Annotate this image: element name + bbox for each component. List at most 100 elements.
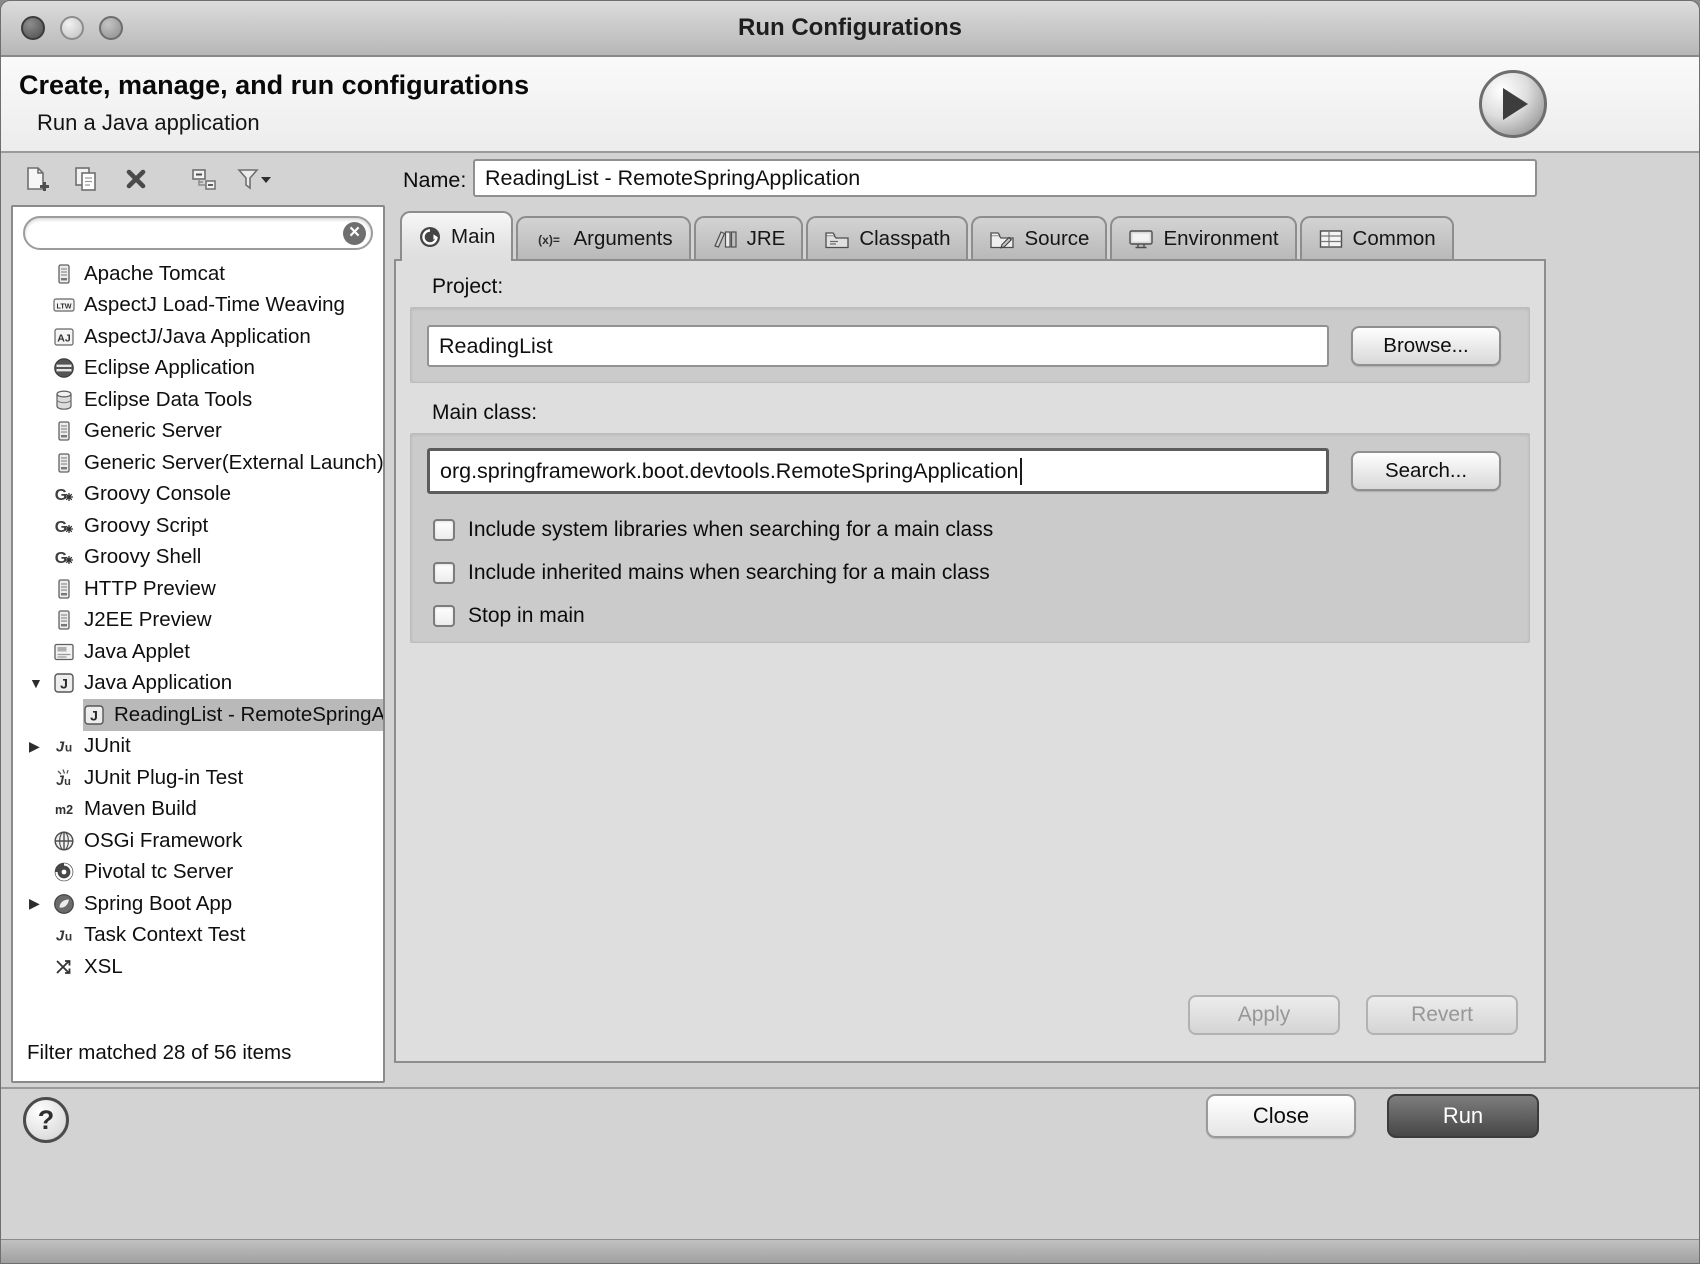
- main-class-input[interactable]: org.springframework.boot.devtools.Remote…: [427, 448, 1329, 494]
- server-icon: [53, 420, 75, 442]
- server-icon: [53, 452, 75, 474]
- tree-item-label: Spring Boot App: [84, 892, 236, 916]
- tree-item-label: Groovy Script: [84, 514, 212, 538]
- svg-text:m2: m2: [55, 803, 73, 817]
- close-button[interactable]: Close: [1206, 1094, 1356, 1138]
- tree-item-label: Eclipse Application: [84, 356, 259, 380]
- java-icon: J: [83, 704, 105, 726]
- tree-item[interactable]: J2EE Preview: [13, 605, 383, 637]
- checkbox[interactable]: [433, 605, 455, 627]
- checkbox[interactable]: [433, 519, 455, 541]
- tab-jre[interactable]: JRE: [694, 216, 804, 259]
- tree-item-label: ReadingList - RemoteSpringApplication: [114, 703, 383, 727]
- tree-item-body: AJAspectJ/Java Application: [53, 321, 383, 353]
- svg-text:u: u: [65, 930, 72, 944]
- tree-item-label: Task Context Test: [84, 923, 249, 947]
- tree-item[interactable]: Ju Task Context Test: [13, 920, 383, 952]
- tree-item-body: GGroovy Shell: [53, 542, 383, 574]
- tree-item[interactable]: G Groovy Console: [13, 479, 383, 511]
- tree-item[interactable]: AJAspectJ/Java Application: [13, 321, 383, 353]
- new-configuration-button[interactable]: [17, 162, 55, 200]
- name-input[interactable]: ReadingList - RemoteSpringApplication: [473, 159, 1537, 197]
- apply-button[interactable]: Apply: [1188, 995, 1340, 1035]
- search-button[interactable]: Search...: [1351, 451, 1501, 491]
- tree-item[interactable]: Generic Server(External Launch): [13, 447, 383, 479]
- tree-item[interactable]: Eclipse Data Tools: [13, 384, 383, 416]
- tab-arguments[interactable]: (x)=Arguments: [516, 216, 690, 259]
- tree-item-label: HTTP Preview: [84, 577, 220, 601]
- tab-label: Main: [451, 225, 495, 249]
- new-config-icon: [21, 164, 51, 199]
- project-group: ReadingList Browse...: [410, 307, 1530, 383]
- project-input[interactable]: ReadingList: [427, 325, 1329, 367]
- tree-item[interactable]: Apache Tomcat: [13, 258, 383, 290]
- browse-button[interactable]: Browse...: [1351, 326, 1501, 366]
- tree-item-body: Spring Boot App: [53, 888, 383, 920]
- tree-item[interactable]: OSGi Framework: [13, 825, 383, 857]
- tab-source[interactable]: Source: [971, 216, 1107, 259]
- tree-item-body: Generic Server: [53, 416, 383, 448]
- ltw-icon: LTW: [53, 294, 75, 316]
- collapse-all-button[interactable]: [185, 162, 223, 200]
- groovy-icon: G: [53, 515, 75, 537]
- tree-item[interactable]: m2Maven Build: [13, 794, 383, 826]
- tab-environment[interactable]: Environment: [1110, 216, 1296, 259]
- main-class-group: org.springframework.boot.devtools.Remote…: [410, 433, 1530, 643]
- tree-item[interactable]: JuJUnit Plug-in Test: [13, 762, 383, 794]
- tree-item[interactable]: ▶ Spring Boot App: [13, 888, 383, 920]
- delete-configuration-button[interactable]: [117, 162, 155, 200]
- environment-tab-icon: [1128, 228, 1154, 250]
- tree-item[interactable]: HTTP Preview: [13, 573, 383, 605]
- run-button[interactable]: Run: [1387, 1094, 1539, 1138]
- server-icon: [53, 263, 75, 285]
- tree-item[interactable]: GGroovy Shell: [13, 542, 383, 574]
- tree-item-label: Groovy Console: [84, 482, 235, 506]
- footer-divider: [1, 1087, 1699, 1089]
- tree-item-body: JJava Application: [53, 668, 383, 700]
- groovy-icon: G: [53, 483, 75, 505]
- tree-item[interactable]: Pivotal tc Server: [13, 857, 383, 889]
- help-button[interactable]: [23, 1097, 69, 1143]
- expand-arrow-icon[interactable]: ▶: [27, 738, 53, 755]
- tree-item[interactable]: Generic Server: [13, 416, 383, 448]
- tree-item-label: XSL: [84, 955, 127, 979]
- tab-classpath[interactable]: Classpath: [806, 216, 968, 259]
- tab-label: Environment: [1163, 227, 1278, 251]
- eclipse-icon: [53, 357, 75, 379]
- checkbox[interactable]: [433, 562, 455, 584]
- minimize-window-icon[interactable]: [60, 16, 84, 40]
- name-label: Name:: [403, 161, 466, 199]
- tree-item[interactable]: Eclipse Application: [13, 353, 383, 385]
- project-value: ReadingList: [439, 334, 553, 359]
- tab-main[interactable]: Main: [400, 211, 513, 261]
- collapse-arrow-icon[interactable]: ▼: [27, 675, 53, 691]
- tab-label: Common: [1353, 227, 1436, 251]
- tree-item[interactable]: J ReadingList - RemoteSpringApplication: [13, 699, 383, 731]
- tree-item[interactable]: Java Applet: [13, 636, 383, 668]
- junit-icon: Ju: [53, 924, 75, 946]
- close-window-icon[interactable]: [21, 16, 45, 40]
- text-cursor: [1020, 458, 1022, 485]
- tree-item[interactable]: ▶JuJUnit: [13, 731, 383, 763]
- filter-input[interactable]: [23, 216, 373, 250]
- server-icon: [53, 609, 75, 631]
- tree-item[interactable]: G Groovy Script: [13, 510, 383, 542]
- play-triangle-icon: [1503, 88, 1528, 120]
- tab-label: Classpath: [859, 227, 950, 251]
- expand-arrow-icon[interactable]: ▶: [27, 895, 53, 912]
- filter-menu-button[interactable]: [235, 162, 273, 200]
- tree-item[interactable]: LTWAspectJ Load-Time Weaving: [13, 290, 383, 322]
- tree-item[interactable]: ▼JJava Application: [13, 668, 383, 700]
- dialog-header: Create, manage, and run configurations R…: [1, 57, 1699, 153]
- tree-item[interactable]: XSL: [13, 951, 383, 983]
- tree-item-label: Java Applet: [84, 640, 194, 664]
- tab-common[interactable]: Common: [1300, 216, 1454, 259]
- duplicate-configuration-button[interactable]: [67, 162, 105, 200]
- zoom-window-icon[interactable]: [99, 16, 123, 40]
- clear-filter-icon[interactable]: [343, 222, 366, 245]
- tree-item-body: G Groovy Console: [53, 479, 383, 511]
- applet-icon: [53, 641, 75, 663]
- svg-text:G: G: [55, 519, 67, 536]
- revert-button[interactable]: Revert: [1366, 995, 1518, 1035]
- tree-item-body: m2Maven Build: [53, 794, 383, 826]
